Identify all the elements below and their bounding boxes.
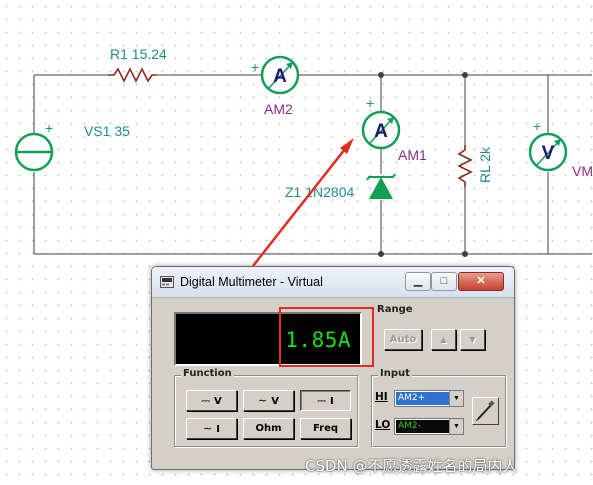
highlight-box	[279, 307, 374, 367]
annotation-overlay	[252, 138, 374, 367]
annotation-arrow	[252, 148, 346, 267]
watermark-text: CSDN @不愿透露姓名的局内人	[305, 457, 518, 475]
